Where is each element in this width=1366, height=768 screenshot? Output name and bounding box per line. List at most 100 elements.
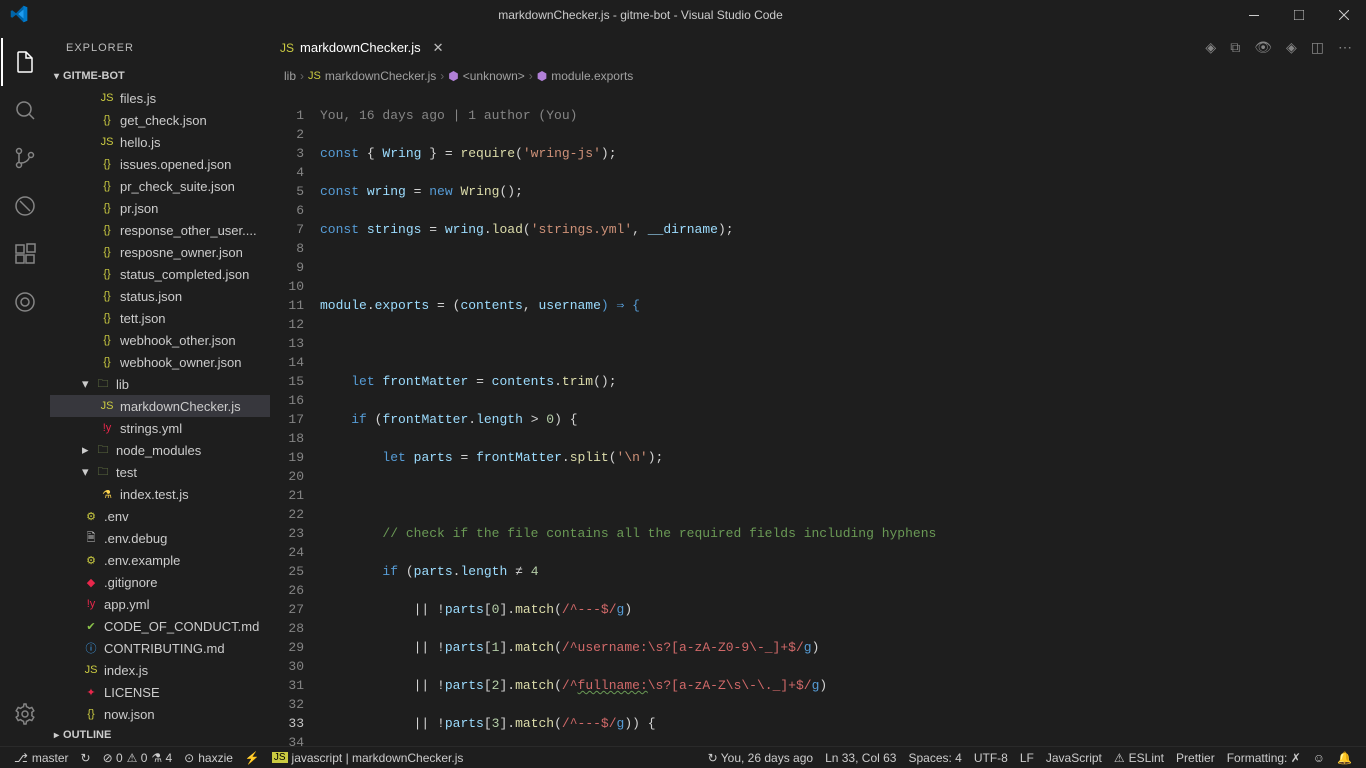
sb-feedback[interactable]: ☺ xyxy=(1307,751,1331,765)
split-editor-icon[interactable]: ◫ xyxy=(1311,39,1324,56)
close-button[interactable] xyxy=(1321,0,1366,30)
tab-label: markdownChecker.js xyxy=(300,40,421,55)
check-icon: ✔ xyxy=(82,620,100,633)
explorer-activity-icon[interactable] xyxy=(1,38,49,86)
sb-notifications[interactable]: 🔔 xyxy=(1331,751,1358,765)
json-icon: {} xyxy=(98,356,116,368)
sb-problems[interactable]: ⊘ 0 ⚠ 0 ⚗ 4 xyxy=(97,747,179,768)
gitlens-toggle-icon[interactable]: ⧉ xyxy=(1230,39,1240,56)
file-item[interactable]: !yapp.yml xyxy=(50,593,270,615)
git-icon: ◆ xyxy=(82,576,100,589)
chevron-right-icon: › xyxy=(300,69,304,83)
scm-activity-icon[interactable] xyxy=(1,134,49,182)
editor-tab-active[interactable]: JS markdownChecker.js ✕ xyxy=(270,30,455,65)
extensions-activity-icon[interactable] xyxy=(1,230,49,278)
sb-gitlens-blame[interactable]: ↻ You, 26 days ago xyxy=(702,751,819,765)
more-actions-icon[interactable]: ⋯ xyxy=(1338,39,1352,56)
sb-spaces[interactable]: Spaces: 4 xyxy=(902,751,967,765)
file-item[interactable]: {}webhook_owner.json xyxy=(50,351,270,373)
sb-user[interactable]: ⊙haxzie xyxy=(178,747,239,768)
project-name: GITME-BOT xyxy=(63,70,125,82)
sb-formatting[interactable]: Formatting: ✗ xyxy=(1221,751,1307,765)
test-icon: ⚗ xyxy=(98,488,116,501)
file-item[interactable]: {}now.json xyxy=(50,703,270,724)
env-icon: ⚙ xyxy=(82,510,100,523)
file-item[interactable]: {}resposne_owner.json xyxy=(50,241,270,263)
file-tree[interactable]: JSfiles.js {}get_check.json JShello.js {… xyxy=(50,87,270,724)
sb-lang-status[interactable]: JS javascript | markdownChecker.js xyxy=(266,747,470,768)
breadcrumb-segment[interactable]: lib xyxy=(284,69,296,83)
activity-bar xyxy=(0,30,50,746)
minimize-button[interactable] xyxy=(1231,0,1276,30)
debug-activity-icon[interactable] xyxy=(1,182,49,230)
sb-sync[interactable]: ↻ xyxy=(75,747,97,768)
js-icon: JS xyxy=(98,400,116,412)
search-activity-icon[interactable] xyxy=(1,86,49,134)
file-item[interactable]: ✔CODE_OF_CONDUCT.md xyxy=(50,615,270,637)
file-item[interactable]: !ystrings.yml xyxy=(50,417,270,439)
file-item[interactable]: {}status.json xyxy=(50,285,270,307)
maximize-button[interactable] xyxy=(1276,0,1321,30)
github-icon: ⊙ xyxy=(184,751,194,765)
file-item-active[interactable]: JSmarkdownChecker.js xyxy=(50,395,270,417)
chevron-down-icon: ▾ xyxy=(82,376,94,392)
liveshare-activity-icon[interactable] xyxy=(1,278,49,326)
sb-cursor-position[interactable]: Ln 33, Col 63 xyxy=(819,751,902,765)
json-icon: {} xyxy=(98,202,116,214)
sb-live[interactable]: ⚡ xyxy=(239,747,266,768)
gitlens-blame-icon[interactable]: 👁 xyxy=(1254,39,1272,56)
lightning-icon: ⚡ xyxy=(245,751,260,765)
breadcrumb-segment[interactable]: JS markdownChecker.js xyxy=(308,69,436,83)
symbol-icon: ⬢ xyxy=(448,69,458,83)
code-editor[interactable]: 1 2 3 4 5 6 7 8 9 10 11 12 13 14 15 16 1… xyxy=(270,87,1366,746)
file-item[interactable]: 🗎.env.debug xyxy=(50,527,270,549)
file-item[interactable]: ⚗index.test.js xyxy=(50,483,270,505)
folder-item-lib[interactable]: ▾🗀lib xyxy=(50,373,270,395)
code-content[interactable]: You, 16 days ago | 1 author (You) const … xyxy=(320,87,1366,746)
file-item[interactable]: JShello.js xyxy=(50,131,270,153)
statusbar: ⎇master ↻ ⊘ 0 ⚠ 0 ⚗ 4 ⊙haxzie ⚡ JS javas… xyxy=(0,746,1366,768)
folder-item-node-modules[interactable]: ▸🗀node_modules xyxy=(50,439,270,461)
file-item[interactable]: {}tett.json xyxy=(50,307,270,329)
settings-activity-icon[interactable] xyxy=(1,690,49,738)
chevron-right-icon: › xyxy=(440,69,444,83)
js-badge-icon: JS xyxy=(272,752,288,763)
sb-eslint[interactable]: ⚠ESLint xyxy=(1108,751,1170,765)
symbol-icon: ⬢ xyxy=(537,69,547,83)
file-item[interactable]: ⚙.env xyxy=(50,505,270,527)
sb-eol[interactable]: LF xyxy=(1014,751,1040,765)
outline-section-header[interactable]: ▸OUTLINE xyxy=(50,724,270,746)
folder-icon: 🗀 xyxy=(94,441,112,460)
folder-item-test[interactable]: ▾🗀test xyxy=(50,461,270,483)
sb-prettier[interactable]: Prettier xyxy=(1170,751,1221,765)
file-item[interactable]: {}response_other_user.... xyxy=(50,219,270,241)
gitlens-history-icon[interactable]: ◈ xyxy=(1286,39,1297,56)
project-section-header[interactable]: ▾GITME-BOT xyxy=(50,65,270,87)
breadcrumb[interactable]: lib › JS markdownChecker.js › ⬢ <unknown… xyxy=(270,65,1366,87)
sb-language[interactable]: JavaScript xyxy=(1040,751,1108,765)
file-item[interactable]: JSfiles.js xyxy=(50,87,270,109)
file-icon: 🗎 xyxy=(82,529,100,548)
file-item[interactable]: ⚙.env.example xyxy=(50,549,270,571)
gitlens-compare-icon[interactable]: ◈ xyxy=(1205,39,1216,56)
breadcrumb-segment[interactable]: ⬢ <unknown> xyxy=(448,69,525,83)
file-item[interactable]: ⓘCONTRIBUTING.md xyxy=(50,637,270,659)
file-item[interactable]: {}pr_check_suite.json xyxy=(50,175,270,197)
file-item[interactable]: {}pr.json xyxy=(50,197,270,219)
file-item[interactable]: {}webhook_other.json xyxy=(50,329,270,351)
file-item[interactable]: {}issues.opened.json xyxy=(50,153,270,175)
sb-encoding[interactable]: UTF-8 xyxy=(968,751,1014,765)
file-item[interactable]: ◆.gitignore xyxy=(50,571,270,593)
breadcrumb-segment[interactable]: ⬢ module.exports xyxy=(537,69,634,83)
yaml-icon: !y xyxy=(98,422,116,434)
file-item[interactable]: ✦LICENSE xyxy=(50,681,270,703)
close-icon[interactable]: ✕ xyxy=(433,40,444,56)
line-number-gutter: 1 2 3 4 5 6 7 8 9 10 11 12 13 14 15 16 1… xyxy=(270,87,320,746)
file-item[interactable]: {}status_completed.json xyxy=(50,263,270,285)
window-title: markdownChecker.js - gitme-bot - Visual … xyxy=(50,8,1231,22)
file-item[interactable]: {}get_check.json xyxy=(50,109,270,131)
sb-branch[interactable]: ⎇master xyxy=(8,747,75,768)
json-icon: {} xyxy=(98,224,116,236)
chevron-down-icon: ▾ xyxy=(82,464,94,480)
file-item[interactable]: JSindex.js xyxy=(50,659,270,681)
